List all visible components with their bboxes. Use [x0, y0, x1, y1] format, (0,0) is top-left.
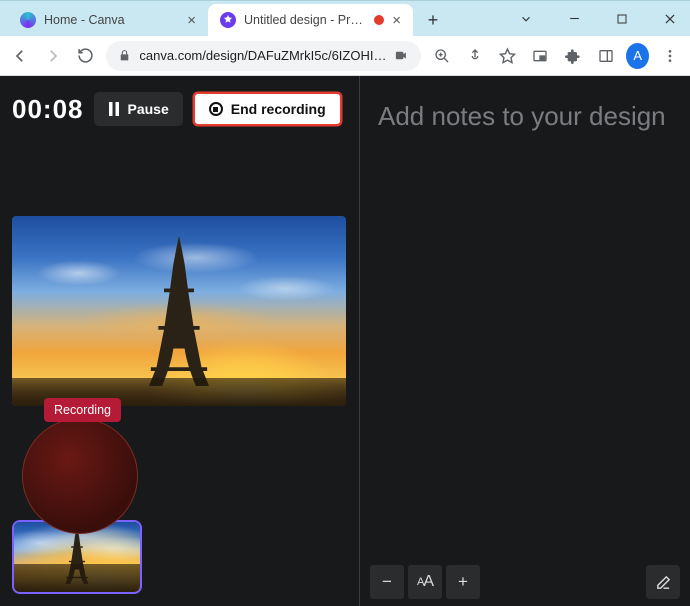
url-text: canva.com/design/DAFuZMrkI5c/6IZOHI…	[139, 48, 386, 63]
nav-reload-button[interactable]	[74, 42, 99, 70]
window-maximize-icon[interactable]	[608, 5, 636, 33]
slide-image	[12, 216, 346, 406]
camera-active-icon[interactable]	[394, 48, 409, 63]
pause-icon	[108, 102, 120, 116]
window-dropdown-icon[interactable]	[512, 5, 540, 33]
tab-close-icon[interactable]: ×	[187, 12, 196, 29]
zoom-icon[interactable]	[429, 42, 454, 70]
slide-preview-area	[12, 216, 347, 406]
notes-pane: Add notes to your design − AA +	[360, 76, 690, 606]
recording-status-badge: Recording	[44, 398, 121, 422]
webcam-preview-circle[interactable]	[22, 418, 138, 534]
stop-icon	[209, 102, 223, 116]
compose-icon	[655, 574, 672, 591]
edit-notes-button[interactable]	[646, 565, 680, 599]
font-increase-button[interactable]: +	[446, 565, 480, 599]
end-recording-button[interactable]: End recording	[193, 92, 342, 126]
profile-initial: A	[633, 48, 642, 63]
pip-icon[interactable]	[528, 42, 553, 70]
tab-close-icon[interactable]: ×	[392, 12, 401, 29]
tab-title: Untitled design - Prese	[244, 13, 366, 27]
nav-back-button[interactable]	[8, 42, 33, 70]
tab-strip: Home - Canva × Untitled design - Prese ×…	[0, 0, 447, 36]
canva-doc-favicon-icon	[220, 12, 236, 28]
pause-button[interactable]: Pause	[94, 92, 183, 126]
window-close-icon[interactable]	[656, 5, 684, 33]
kebab-menu-icon[interactable]	[657, 42, 682, 70]
canva-favicon-icon	[20, 12, 36, 28]
window-minimize-icon[interactable]	[560, 5, 588, 33]
nav-forward-button[interactable]	[41, 42, 66, 70]
recording-pane: 00:08 Pause End recording	[0, 76, 360, 606]
sidepanel-icon[interactable]	[593, 42, 618, 70]
font-size-controls: − AA +	[370, 565, 480, 599]
end-label: End recording	[231, 101, 326, 117]
new-tab-button[interactable]: +	[419, 6, 447, 34]
canva-present-record-app: 00:08 Pause End recording	[0, 76, 690, 606]
tab-title: Home - Canva	[44, 13, 179, 27]
tab-untitled-design[interactable]: Untitled design - Prese ×	[208, 4, 413, 36]
notes-textarea[interactable]: Add notes to your design	[360, 76, 690, 134]
browser-toolbar: canva.com/design/DAFuZMrkI5c/6IZOHI… A	[0, 36, 690, 76]
share-icon[interactable]	[462, 42, 487, 70]
current-slide-preview[interactable]	[12, 216, 346, 406]
extensions-icon[interactable]	[561, 42, 586, 70]
recording-controls: 00:08 Pause End recording	[12, 92, 347, 126]
tab-home-canva[interactable]: Home - Canva ×	[8, 4, 208, 36]
notes-placeholder-text: Add notes to your design	[378, 101, 666, 131]
notes-bottom-toolbar: − AA +	[360, 558, 690, 606]
profile-avatar[interactable]: A	[626, 43, 649, 69]
eiffel-tower-icon	[140, 236, 218, 386]
lock-icon	[118, 49, 131, 62]
font-decrease-button[interactable]: −	[370, 565, 404, 599]
recording-dot-icon	[374, 15, 384, 25]
recording-timer: 00:08	[12, 94, 84, 125]
address-bar[interactable]: canva.com/design/DAFuZMrkI5c/6IZOHI…	[106, 41, 421, 71]
plus-icon: +	[458, 572, 468, 592]
minus-icon: −	[382, 572, 392, 592]
font-size-indicator[interactable]: AA	[408, 565, 442, 599]
bookmark-star-icon[interactable]	[495, 42, 520, 70]
pause-label: Pause	[128, 101, 169, 117]
